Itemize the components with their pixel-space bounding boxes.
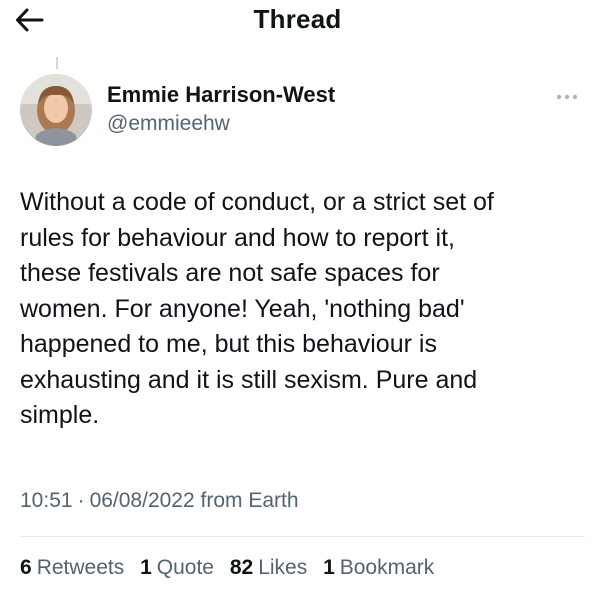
stat-quotes[interactable]: 1 Quote xyxy=(140,556,214,580)
stat-count: 1 xyxy=(140,556,152,579)
meta-separator: · xyxy=(77,489,85,512)
engagement-stats: 6 Retweets 1 Quote 82 Likes 1 Bookmark xyxy=(20,556,444,580)
stat-retweets[interactable]: 6 Retweets xyxy=(20,556,124,580)
stat-label: Quote xyxy=(156,556,214,579)
stat-count: 1 xyxy=(323,556,335,579)
top-bar: Thread xyxy=(0,0,595,42)
user-avatar-photo xyxy=(20,74,92,146)
more-options-button[interactable] xyxy=(552,88,582,106)
stat-likes[interactable]: 82 Likes xyxy=(230,556,307,580)
divider xyxy=(20,536,585,537)
author-handle[interactable]: @emmieehw xyxy=(107,112,230,136)
stat-count: 6 xyxy=(20,556,32,579)
stat-count: 82 xyxy=(229,556,254,579)
author-name[interactable]: Emmie Harrison-West xyxy=(107,82,335,108)
tweet-time[interactable]: 10:51 xyxy=(20,489,73,512)
tweet-date[interactable]: 06/08/2022 xyxy=(90,489,195,512)
page-title: Thread xyxy=(253,4,342,34)
tweet-metadata: 10:51 · 06/08/2022 from Earth xyxy=(20,489,299,513)
stat-bookmarks[interactable]: 1 Bookmark xyxy=(323,556,434,580)
stat-label: Retweets xyxy=(36,556,125,579)
tweet-source: from Earth xyxy=(200,489,299,512)
stat-label: Bookmark xyxy=(339,556,435,579)
more-dots-icon xyxy=(556,94,578,100)
avatar[interactable] xyxy=(20,74,92,146)
stat-label: Likes xyxy=(258,556,308,579)
tweet-text: Without a code of conduct, or a strict s… xyxy=(20,188,494,429)
thread-connector-line xyxy=(56,57,58,69)
